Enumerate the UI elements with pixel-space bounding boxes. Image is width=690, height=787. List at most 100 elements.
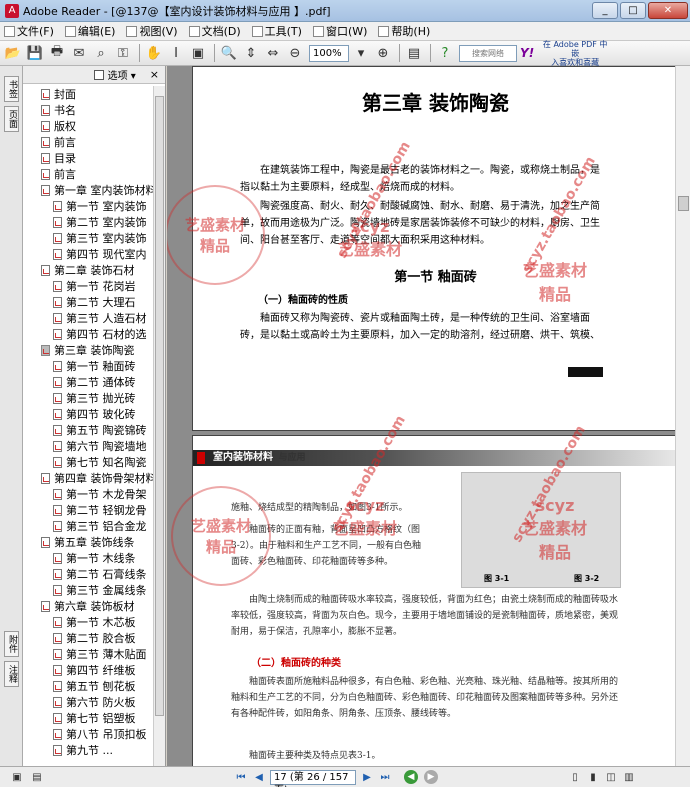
bookmark-item[interactable]: 前言 <box>23 166 153 182</box>
maximize-button[interactable]: □ <box>620 2 646 19</box>
bookmark-item[interactable]: 第四节 现代室内 <box>23 246 153 262</box>
bookmark-item[interactable]: 第五章 装饰线条 <box>23 534 153 550</box>
bookmark-item[interactable]: 第四节 纤维板 <box>23 662 153 678</box>
go-back-icon[interactable]: ◀ <box>404 770 418 784</box>
bookmark-item[interactable]: 第四节 石材的选 <box>23 326 153 342</box>
menu-help[interactable]: 帮助(H) <box>374 23 437 39</box>
next-page-icon[interactable]: ▶ <box>360 770 374 784</box>
bookmark-item[interactable]: 第一节 釉面砖 <box>23 358 153 374</box>
document-scrollbar[interactable] <box>675 66 690 766</box>
document-view[interactable]: 第三章 装饰陶瓷 在建筑装饰工程中，陶瓷是最古老的装饰材料之一。陶瓷，或称烧土制… <box>167 66 675 766</box>
bookmark-item[interactable]: 封面 <box>23 86 153 102</box>
fit-width-icon[interactable]: ⇔ <box>263 43 283 63</box>
bookmark-item[interactable]: 第三节 金属线条 <box>23 582 153 598</box>
page-layout-icon[interactable]: ▤ <box>404 43 424 63</box>
bookmark-item[interactable]: 第六节 陶瓷墙地 <box>23 438 153 454</box>
zoom-level-field[interactable]: 100% <box>309 44 349 62</box>
find-binoculars-icon[interactable]: ⌕ <box>91 43 111 63</box>
fit-page-icon[interactable]: ⇕ <box>241 43 261 63</box>
last-page-icon[interactable]: ⏭ <box>378 770 392 784</box>
zoom-dropdown-icon[interactable]: ▾ <box>351 43 371 63</box>
bookmark-item[interactable]: 第一节 木龙骨架 <box>23 486 153 502</box>
scrollbar-thumb[interactable] <box>678 196 689 211</box>
bookmark-item[interactable]: 目录 <box>23 150 153 166</box>
print-icon[interactable]: 🖶 <box>47 43 67 63</box>
menu-document[interactable]: 文档(D) <box>185 23 248 39</box>
close-panel-icon[interactable]: × <box>150 68 159 81</box>
tab-attachments[interactable]: 附件 <box>4 631 19 657</box>
bookmark-item[interactable]: 第一节 木线条 <box>23 550 153 566</box>
page-thumbnail-icon[interactable]: ▣ <box>10 770 24 784</box>
secure-icon[interactable]: ⚿ <box>113 43 133 63</box>
bookmark-item[interactable]: 第三节 室内装饰 <box>23 230 153 246</box>
bookmark-item[interactable]: 第二节 大理石 <box>23 294 153 310</box>
web-search-input[interactable]: 搜索网络 <box>459 44 517 62</box>
open-folder-icon[interactable]: 📂 <box>3 43 23 63</box>
tab-bookmarks[interactable]: 书签 <box>4 76 19 102</box>
email-icon[interactable]: ✉ <box>69 43 89 63</box>
first-page-icon[interactable]: ⏮ <box>234 770 248 784</box>
menu-edit[interactable]: 编辑(E) <box>61 23 123 39</box>
bookmark-item[interactable]: 第一章 室内装饰材料 <box>23 182 153 198</box>
facing-layout-icon[interactable]: ◫ <box>604 770 618 784</box>
bookmark-item[interactable]: 第八节 吊顶扣板 <box>23 726 153 742</box>
bookmark-item[interactable]: 第二节 通体砖 <box>23 374 153 390</box>
snapshot-icon[interactable]: ▣ <box>188 43 208 63</box>
scrollbar-thumb[interactable] <box>155 96 164 716</box>
previous-page-icon[interactable]: ◀ <box>252 770 266 784</box>
bookmark-item[interactable]: 书名 <box>23 102 153 118</box>
file-menu-icon <box>4 25 15 37</box>
bookmark-item[interactable]: 第三节 人造石材 <box>23 310 153 326</box>
bookmark-item[interactable]: 第二节 轻钢龙骨 <box>23 502 153 518</box>
bookmark-item[interactable]: 第三节 薄木贴面 <box>23 646 153 662</box>
tab-comments[interactable]: 注释 <box>4 661 19 687</box>
bookmark-item[interactable]: 第四节 玻化砖 <box>23 406 153 422</box>
save-icon[interactable]: 💾 <box>25 43 45 63</box>
bookmark-item[interactable]: 第七节 铝塑板 <box>23 710 153 726</box>
tab-pages[interactable]: 页面 <box>4 106 19 132</box>
zoom-in-icon[interactable]: 🔍 <box>219 43 239 63</box>
bookmark-item[interactable]: 第三章 装饰陶瓷 <box>23 342 153 358</box>
page-info-icon[interactable]: ▤ <box>30 770 44 784</box>
yahoo-logo-icon[interactable]: Y! <box>520 46 534 60</box>
bookmark-item[interactable]: 第一节 室内装饰 <box>23 198 153 214</box>
minimize-button[interactable]: _ <box>592 2 618 19</box>
bookmark-item[interactable]: 第九节 ... <box>23 742 153 758</box>
options-menu-button[interactable]: 选项 ▾ <box>108 67 136 82</box>
bookmark-item[interactable]: 第二节 室内装饰 <box>23 214 153 230</box>
zoom-plus-icon[interactable]: ⊕ <box>373 43 393 63</box>
bookmark-item[interactable]: 第一节 木芯板 <box>23 614 153 630</box>
bookmark-item[interactable]: 第五节 刨花板 <box>23 678 153 694</box>
menu-file[interactable]: 文件(F) <box>0 23 61 39</box>
continuous-layout-icon[interactable]: ▮ <box>586 770 600 784</box>
menu-tools[interactable]: 工具(T) <box>248 23 309 39</box>
bookmark-item[interactable]: 第三节 抛光砖 <box>23 390 153 406</box>
bookmark-item[interactable]: 第一节 花岗岩 <box>23 278 153 294</box>
close-window-button[interactable]: ✕ <box>648 2 688 19</box>
bookmark-item[interactable]: 第二章 装饰石材 <box>23 262 153 278</box>
bookmark-item[interactable]: 第五节 陶瓷锦砖 <box>23 422 153 438</box>
zoom-out-icon[interactable]: ⊖ <box>285 43 305 63</box>
bookmark-item[interactable]: 第二节 石膏线条 <box>23 566 153 582</box>
menu-view[interactable]: 视图(V) <box>122 23 184 39</box>
bookmark-item[interactable]: 第二节 胶合板 <box>23 630 153 646</box>
menu-window[interactable]: 窗口(W) <box>309 23 374 39</box>
single-page-layout-icon[interactable]: ▯ <box>568 770 582 784</box>
bookmark-item[interactable]: 第四章 装饰骨架材料 <box>23 470 153 486</box>
hand-tool-icon[interactable]: ✋ <box>144 43 164 63</box>
bookmark-page-icon <box>53 616 62 628</box>
select-text-icon[interactable]: I <box>166 43 186 63</box>
bookmark-item[interactable]: 前言 <box>23 134 153 150</box>
page-number-field[interactable]: 17 (第 26 / 157 页) <box>270 769 356 787</box>
bookmark-item[interactable]: 第七节 知名陶瓷 <box>23 454 153 470</box>
bookmark-item[interactable]: 版权 <box>23 118 153 134</box>
promo-banner[interactable]: 在 Adobe PDF 中嵌 入喜欢和喜藏 <box>542 40 608 67</box>
watermark-sub: 精品 <box>199 237 230 255</box>
bookmark-item[interactable]: 第六章 装饰板材 <box>23 598 153 614</box>
bookmark-item[interactable]: 第六节 防火板 <box>23 694 153 710</box>
bookmark-item[interactable]: 第三节 铝合金龙 <box>23 518 153 534</box>
continuous-facing-layout-icon[interactable]: ▥ <box>622 770 636 784</box>
bookmarks-scrollbar[interactable] <box>153 86 165 766</box>
go-forward-icon[interactable]: ▶ <box>424 770 438 784</box>
help-icon[interactable]: ? <box>435 43 455 63</box>
